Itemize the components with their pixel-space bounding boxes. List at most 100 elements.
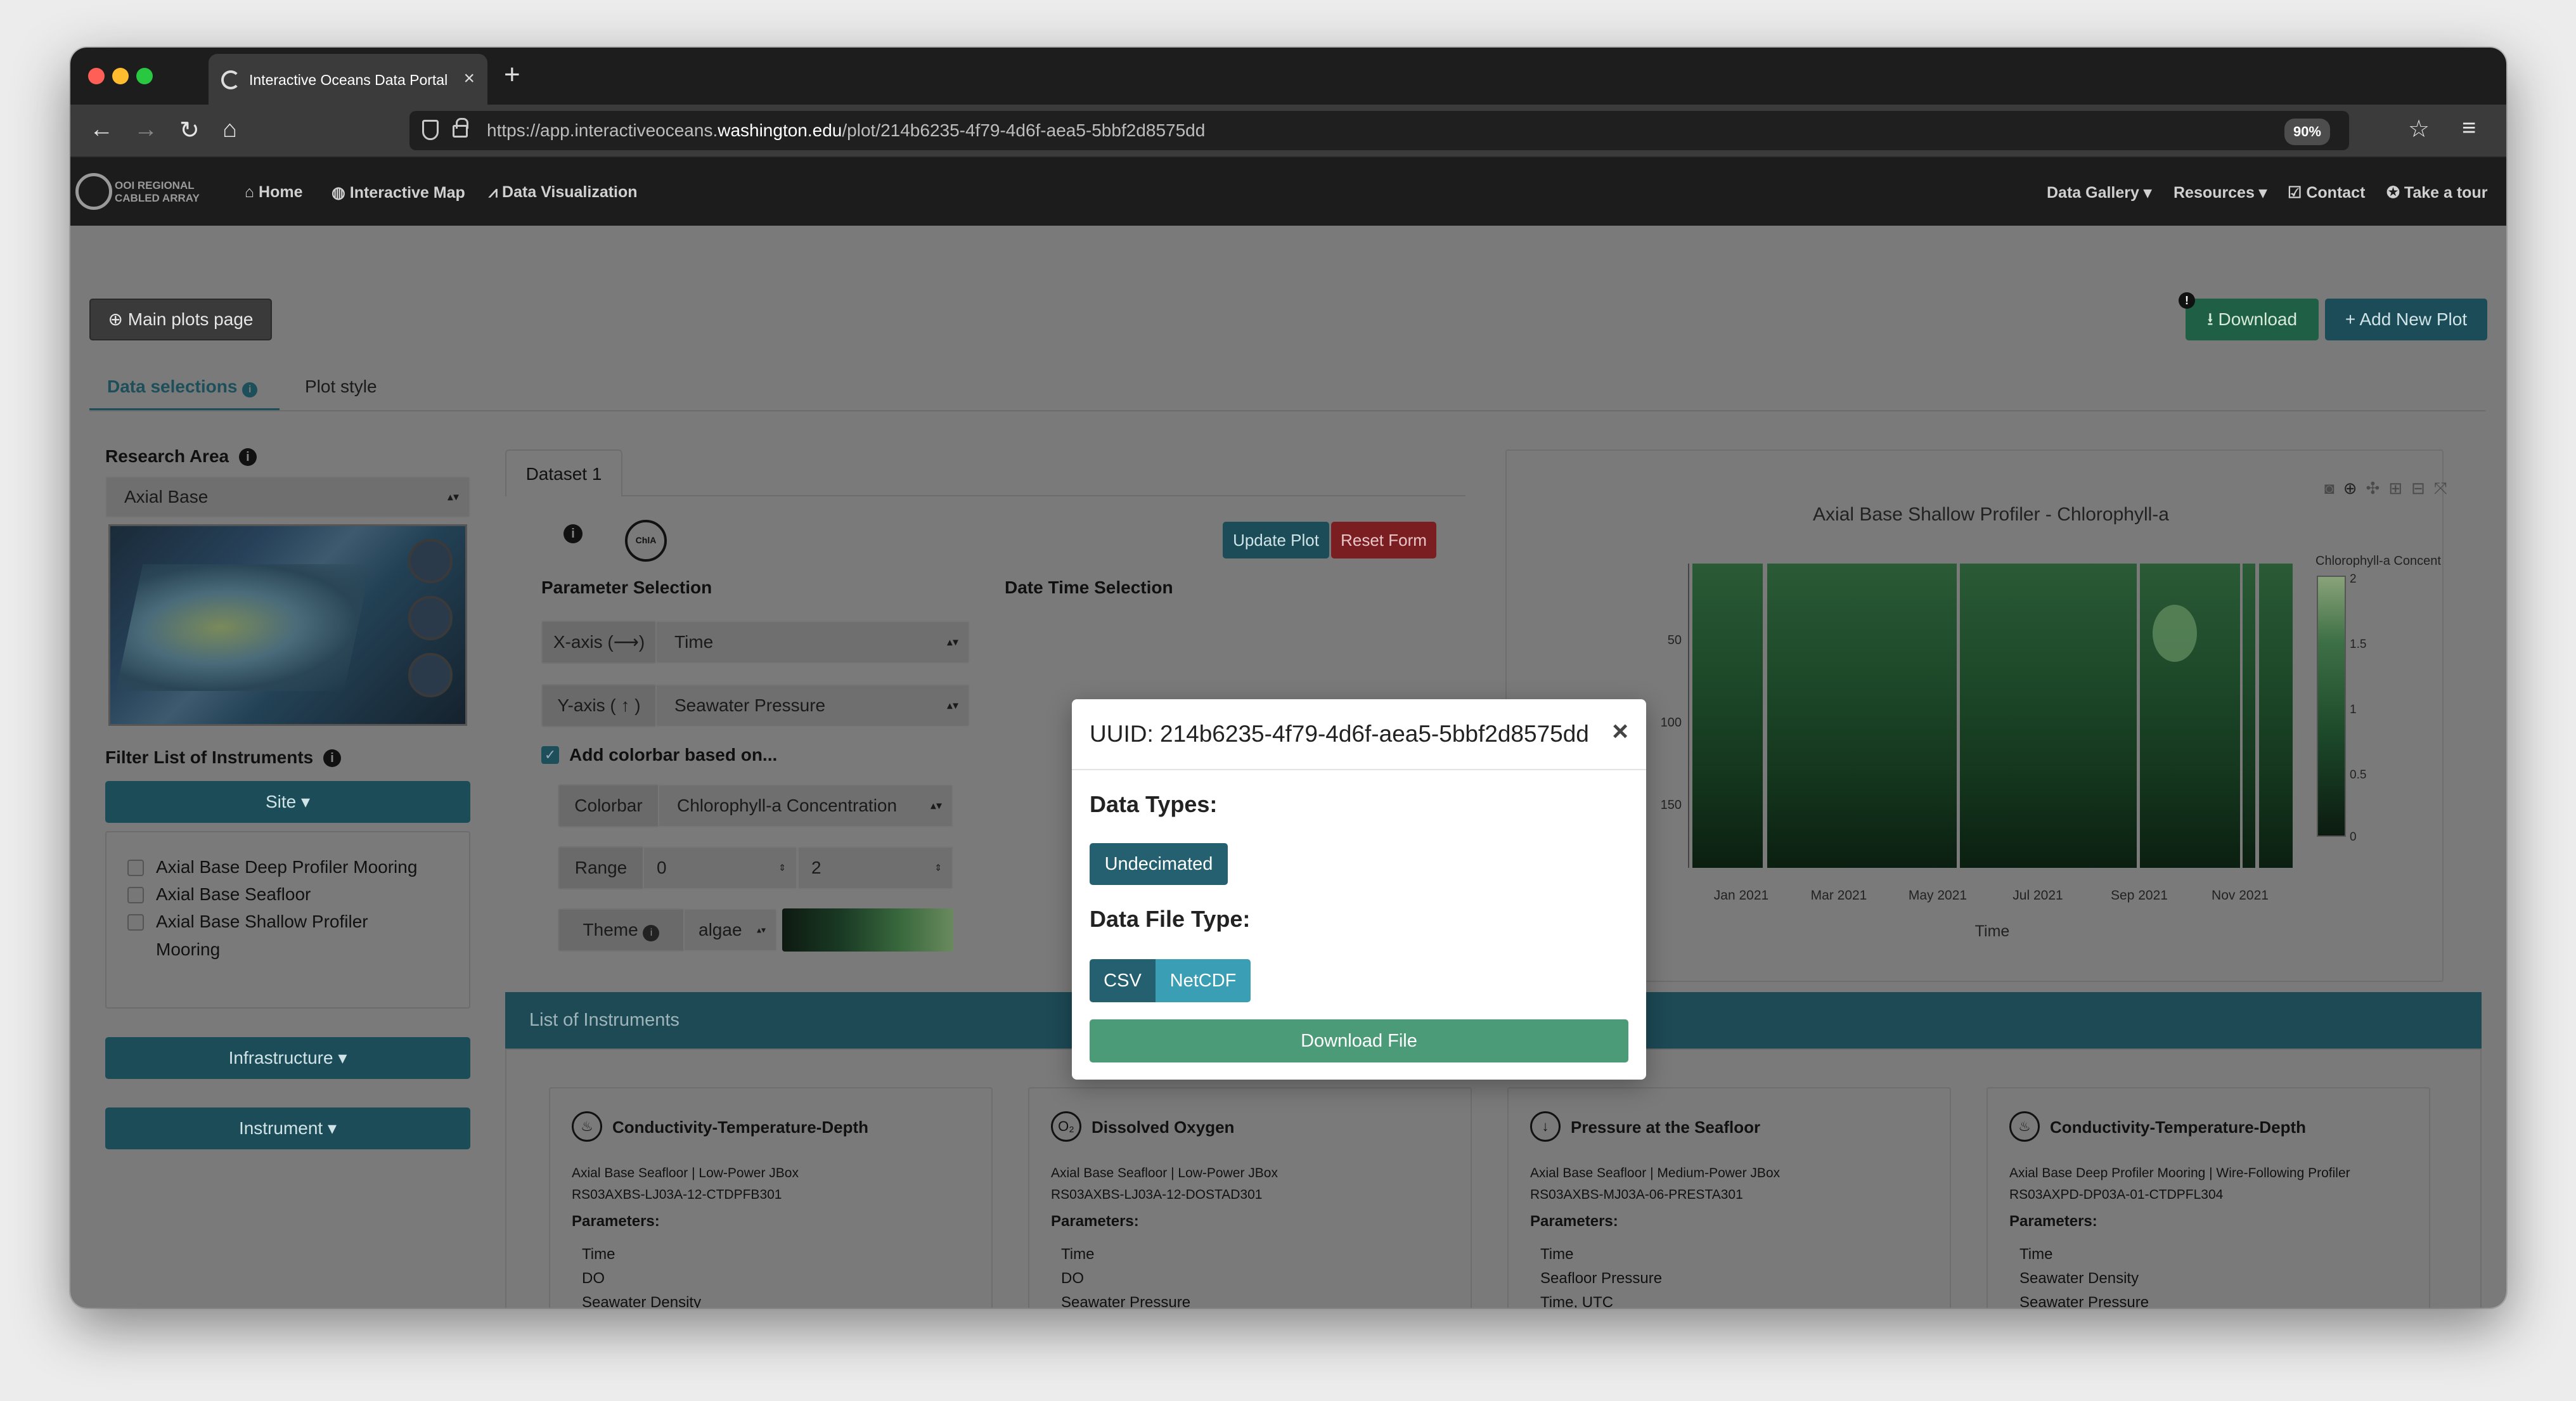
parameter-item: Time, UTC (1540, 1294, 1614, 1308)
autoscale-icon[interactable]: ⤧ (2434, 479, 2456, 498)
zoom-in-icon[interactable]: ⊞ (2388, 479, 2411, 498)
heatmap-area[interactable] (1692, 564, 2293, 868)
site-logo-text[interactable]: OOI REGIONAL CABLED ARRAY (115, 179, 210, 205)
info-icon[interactable]: i (564, 524, 583, 543)
parameter-selection-label: Parameter Selection (541, 578, 712, 597)
back-icon[interactable]: ← (89, 116, 113, 143)
range-min-input[interactable]: 0 ⇕ (643, 846, 797, 889)
parameter-item: Seawater Density (2019, 1270, 2139, 1287)
pan-icon[interactable]: ✣ (2366, 479, 2389, 498)
colorbar-tick: 1.5 (2350, 638, 2366, 651)
close-icon[interactable]: × (1612, 716, 1628, 747)
shield-icon[interactable] (422, 120, 439, 140)
infrastructure-filter-button[interactable]: Infrastructure ▾ (105, 1037, 470, 1079)
pressure-gauge-icon: ↓ (1530, 1111, 1561, 1142)
heatmap-gap (2255, 564, 2259, 868)
instrument-ref: RS03AXBS-MJ03A-06-PRESTA301 (1530, 1187, 1743, 1202)
x-tick-label: Jul 2021 (2012, 888, 2063, 903)
instrument-card[interactable]: ♨ Conductivity-Temperature-Depth Axial B… (549, 1087, 993, 1308)
dataset-tab-divider (622, 495, 1465, 496)
reload-icon[interactable]: ↻ (179, 116, 200, 145)
parameter-item: Seawater Pressure (1061, 1294, 1191, 1308)
oxygen-icon: O₂ (1051, 1111, 1081, 1142)
new-tab-icon[interactable]: + (504, 59, 520, 91)
nav-take-a-tour[interactable]: ✪ Take a tour (2386, 183, 2487, 202)
colorbar-title: Chlorophyll-a Concentration (2315, 554, 2441, 568)
url-bar[interactable]: https://app.interactiveoceans.washington… (409, 111, 2349, 150)
site-filter-button[interactable]: Site ▾ (105, 781, 470, 823)
undecimated-button[interactable]: Undecimated (1090, 843, 1228, 885)
zoom-level[interactable]: 90% (2284, 119, 2330, 145)
parameter-item: DO (1061, 1270, 1084, 1287)
add-new-plot-button[interactable]: + Add New Plot (2325, 299, 2487, 340)
tab-strip: Interactive Oceans Data Portal × + (70, 48, 2506, 105)
colorbar-select[interactable]: Chlorophyll-a Concentration ▴▾ (658, 784, 953, 827)
chlorophyll-heatmap: 50 100 150 Jan 2021 Mar 2021 May 2021 Ju… (1661, 554, 2441, 940)
range-max-input[interactable]: 2 ⇕ (797, 846, 953, 889)
csv-button[interactable]: CSV (1090, 959, 1156, 1002)
tabs-divider (89, 410, 2485, 411)
browser-toolbar: ← → ↻ ⌂ https://app.interactiveoceans.wa… (70, 105, 2506, 158)
tab-plot-style[interactable]: Plot style (305, 377, 377, 397)
nav-data-visualization[interactable]: ⩘ Data Visualization (489, 183, 638, 202)
instrument-location: Axial Base Deep Profiler Mooring | Wire-… (2009, 1166, 2350, 1180)
site-option-label: Axial Base Shallow Profiler (156, 912, 368, 931)
instrument-title: Dissolved Oxygen (1092, 1118, 1235, 1137)
tab-data-selections[interactable]: Data selections i (107, 377, 258, 397)
parameter-item: Seawater Pressure (2019, 1294, 2149, 1308)
theme-select[interactable]: algae ▴▾ (683, 908, 777, 952)
main-plots-button[interactable]: ⊕ Main plots page (89, 299, 272, 340)
parameters-label: Parameters: (1530, 1213, 1618, 1230)
netcdf-button[interactable]: NetCDF (1156, 959, 1251, 1002)
nav-home[interactable]: ⌂ Home (245, 183, 303, 202)
instrument-filter-button[interactable]: Instrument ▾ (105, 1107, 470, 1149)
forward-icon[interactable]: → (134, 116, 158, 143)
parameter-item: DO (582, 1270, 605, 1287)
y-tick-label: 150 (1661, 798, 1682, 812)
close-window-icon[interactable] (88, 68, 105, 84)
chlorophyll-chip[interactable]: ChlA (625, 520, 667, 562)
hamburger-menu-icon[interactable]: ≡ (2462, 115, 2476, 142)
download-file-button[interactable]: Download File (1090, 1019, 1628, 1062)
camera-icon[interactable]: ◙ (2324, 479, 2343, 498)
x-tick-label: Jan 2021 (1714, 888, 1768, 903)
site-checkbox[interactable] (127, 914, 144, 931)
research-area-select[interactable]: Axial Base ▴▾ (105, 476, 470, 518)
bookmark-star-icon[interactable]: ☆ (2408, 115, 2430, 143)
instrument-ref: RS03AXPD-DP03A-01-CTDPFL304 (2009, 1187, 2224, 1202)
dataset-tab[interactable]: Dataset 1 (505, 449, 622, 496)
x-axis-select[interactable]: Time ▴▾ (655, 621, 970, 664)
download-button[interactable]: ⭳ Download (2186, 299, 2319, 340)
nav-contact[interactable]: ☑ Contact (2288, 183, 2365, 202)
maximize-window-icon[interactable] (136, 68, 153, 84)
reset-form-button[interactable]: Reset Form (1331, 522, 1436, 558)
lock-icon[interactable] (453, 118, 468, 138)
zoom-out-icon[interactable]: ⊟ (2411, 479, 2434, 498)
nav-resources[interactable]: Resources ▾ (2174, 183, 2267, 202)
ooi-logo-icon[interactable] (75, 173, 112, 210)
parameter-item: Seafloor Pressure (1540, 1270, 1663, 1287)
minimize-window-icon[interactable] (112, 68, 129, 84)
y-tick-label: 50 (1668, 633, 1682, 647)
y-axis-select[interactable]: Seawater Pressure ▴▾ (655, 684, 970, 727)
site-checkbox[interactable] (127, 860, 144, 876)
add-colorbar-label: Add colorbar based on... (569, 745, 778, 765)
modal-title: UUID: 214b6235-4f79-4d6f-aea5-5bbf2d8575… (1090, 721, 1589, 747)
colorbar-ticks: 2 1.5 1 0.5 0 (2350, 572, 2366, 844)
instrument-card[interactable]: ↓ Pressure at the Seafloor Axial Base Se… (1507, 1087, 1951, 1308)
instrument-title: Pressure at the Seafloor (1571, 1118, 1761, 1137)
tab-close-icon[interactable]: × (463, 68, 475, 89)
nav-data-gallery[interactable]: Data Gallery ▾ (2047, 183, 2151, 202)
site-checkbox[interactable] (127, 887, 144, 903)
nav-interactive-map[interactable]: ◍ Interactive Map (332, 183, 465, 202)
home-icon[interactable]: ⌂ (222, 116, 237, 143)
instrument-card[interactable]: ♨ Conductivity-Temperature-Depth Axial B… (1987, 1087, 2430, 1308)
browser-tab[interactable]: Interactive Oceans Data Portal × (209, 54, 487, 105)
instrument-card[interactable]: O₂ Dissolved Oxygen Axial Base Seafloor … (1028, 1087, 1472, 1308)
colorbar-tick: 2 (2350, 572, 2357, 586)
x-axis-label: X-axis (⟶) (541, 621, 657, 664)
axial-base-map-image (108, 524, 467, 726)
update-plot-button[interactable]: Update Plot (1223, 522, 1329, 558)
add-colorbar-checkbox[interactable]: ✓ (541, 746, 559, 764)
zoom-icon[interactable]: ⊕ (2343, 479, 2366, 498)
